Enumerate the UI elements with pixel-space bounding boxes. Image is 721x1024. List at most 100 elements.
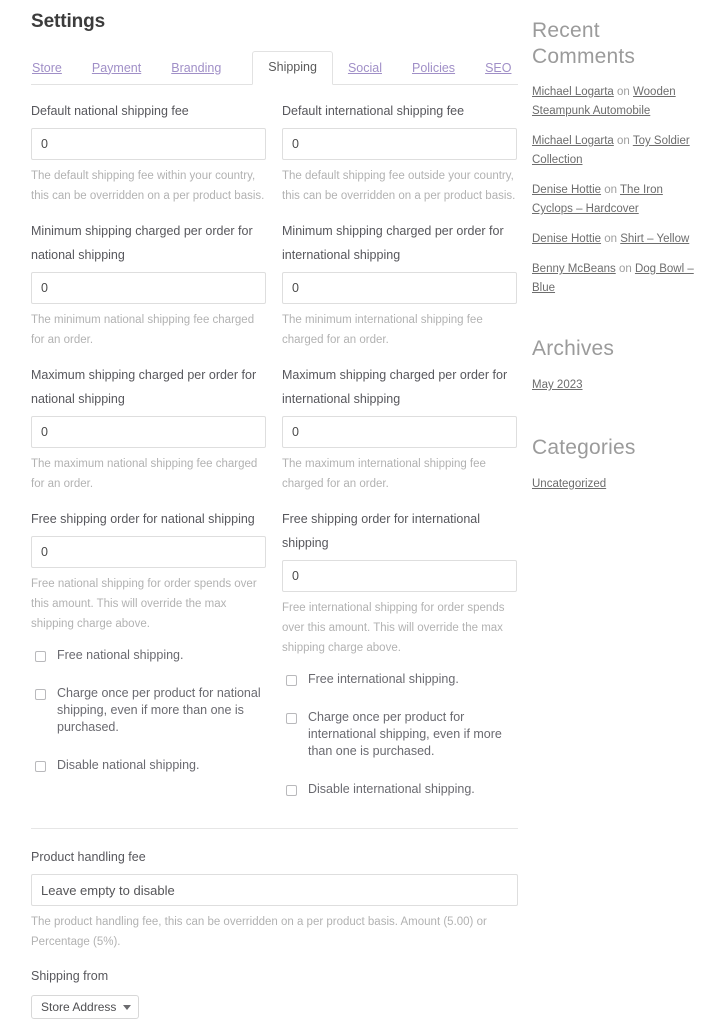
chevron-down-icon (123, 1004, 132, 1010)
field-max-national: Maximum shipping charged per order for n… (31, 363, 266, 494)
checkbox-row[interactable]: Charge once per product for internationa… (282, 709, 517, 760)
min-national-input[interactable] (31, 272, 266, 304)
settings-page: Settings Store Payment Branding Shipping Soc… (0, 0, 721, 1024)
archives-list: May 2023 (532, 375, 704, 395)
field-label: Minimum shipping charged per order for i… (282, 224, 504, 262)
field-free-order-international: Free shipping order for international sh… (282, 507, 517, 658)
national-checkbox-2[interactable] (35, 761, 46, 772)
free-order-international-input[interactable] (282, 560, 517, 592)
field-min-national: Minimum shipping charged per order for n… (31, 219, 266, 350)
national-checkbox-group: Free national shipping. Charge once per p… (31, 647, 266, 774)
comment-on-word: on (613, 86, 634, 98)
recent-comment-item: Denise Hottie on Shirt – Yellow (532, 230, 704, 249)
categories-list: Uncategorized (532, 474, 704, 494)
categories-heading: Categories (532, 436, 636, 459)
field-label: Maximum shipping charged per order for i… (282, 368, 508, 406)
field-default-international-fee: Default international shipping fee The d… (282, 99, 517, 206)
comment-author-link[interactable]: Michael Logarta (532, 86, 614, 98)
comment-author-link[interactable]: Denise Hottie (532, 233, 601, 245)
checkbox-label: Charge once per product for national shi… (57, 686, 261, 734)
form-column-national: Default national shipping fee The defaul… (31, 99, 266, 819)
recent-comments-heading: Recent Comments (532, 19, 636, 68)
shipping-from-value: Store Address (41, 1000, 117, 1014)
tab-social[interactable]: Social (347, 55, 383, 85)
recent-comment-item: Denise Hottie on The Iron Cyclops – Hard… (532, 181, 704, 219)
recent-comment-item: Michael Logarta on Wooden Steampunk Auto… (532, 83, 704, 121)
international-checkbox-group: Free international shipping. Charge once … (282, 671, 517, 798)
max-international-input[interactable] (282, 416, 517, 448)
field-label: Free shipping order for national shippin… (31, 512, 255, 526)
tab-policies[interactable]: Policies (411, 55, 456, 85)
comment-on-word: on (601, 233, 621, 245)
comment-author-link[interactable]: Michael Logarta (532, 135, 614, 147)
checkbox-row[interactable]: Free national shipping. (31, 647, 266, 664)
checkbox-label: Free international shipping. (308, 672, 459, 686)
comment-post-link[interactable]: Shirt – Yellow (620, 233, 689, 245)
recent-comment-item: Benny McBeans on Dog Bowl – Blue (532, 260, 704, 298)
field-label: Default national shipping fee (31, 104, 189, 118)
field-help: The product handling fee, this can be ov… (31, 916, 487, 948)
section-divider (31, 828, 518, 829)
form-column-international: Default international shipping fee The d… (282, 99, 517, 819)
field-help: The maximum international shipping fee c… (282, 458, 486, 490)
international-checkbox-1[interactable] (286, 713, 297, 724)
national-checkbox-1[interactable] (35, 689, 46, 700)
recent-comments-list: Michael Logarta on Wooden Steampunk Auto… (532, 83, 704, 298)
main-content: Settings Store Payment Branding Shipping Soc… (0, 0, 518, 1024)
archives-heading: Archives (532, 337, 615, 360)
archive-link[interactable]: May 2023 (532, 376, 583, 395)
tab-payment[interactable]: Payment (91, 55, 142, 85)
comment-on-word: on (613, 135, 633, 147)
checkbox-label: Disable international shipping. (308, 782, 475, 796)
comment-on-word: on (601, 184, 621, 196)
field-help: Free national shipping for order spends … (31, 578, 257, 630)
product-handling-fee-input[interactable] (31, 874, 518, 906)
field-default-national-fee: Default national shipping fee The defaul… (31, 99, 266, 206)
field-max-international: Maximum shipping charged per order for i… (282, 363, 517, 494)
checkbox-label: Disable national shipping. (57, 758, 200, 772)
tab-shipping[interactable]: Shipping (252, 51, 333, 85)
field-help: The default shipping fee within your cou… (31, 170, 265, 202)
field-free-order-national: Free shipping order for national shippin… (31, 507, 266, 634)
field-help: The maximum national shipping fee charge… (31, 458, 258, 490)
default-international-fee-input[interactable] (282, 128, 517, 160)
page-title: Settings (31, 11, 106, 32)
checkbox-row[interactable]: Disable national shipping. (31, 757, 266, 774)
field-help: Free international shipping for order sp… (282, 602, 505, 654)
recent-comment-item: Michael Logarta on Toy Soldier Collectio… (532, 132, 704, 170)
max-national-input[interactable] (31, 416, 266, 448)
field-label: Default international shipping fee (282, 104, 465, 118)
tab-branding[interactable]: Branding (170, 55, 222, 85)
checkbox-row[interactable]: Disable international shipping. (282, 781, 517, 798)
comment-author-link[interactable]: Benny McBeans (532, 263, 616, 275)
field-label: Minimum shipping charged per order for n… (31, 224, 253, 262)
category-link[interactable]: Uncategorized (532, 475, 606, 494)
tab-seo[interactable]: SEO (484, 55, 512, 85)
field-min-international: Minimum shipping charged per order for i… (282, 219, 517, 350)
field-label: Shipping from (31, 969, 109, 983)
field-shipping-from: Shipping from Store Address Where produc… (31, 964, 518, 1024)
checkbox-row[interactable]: Free international shipping. (282, 671, 517, 688)
default-national-fee-input[interactable] (31, 128, 266, 160)
sidebar: Recent Comments Michael Logarta on Woode… (532, 0, 704, 494)
free-order-national-input[interactable] (31, 536, 266, 568)
national-checkbox-0[interactable] (35, 651, 46, 662)
shipping-from-select[interactable]: Store Address (31, 995, 140, 1019)
settings-tabs: Store Payment Branding Shipping Social Polici… (31, 51, 518, 85)
form-row-default-fees: Default national shipping fee The defaul… (31, 99, 518, 819)
checkbox-label: Free national shipping. (57, 648, 184, 662)
field-product-handling-fee: Product handling fee The product handlin… (31, 845, 518, 952)
comment-on-word: on (615, 263, 635, 275)
field-help: The minimum international shipping fee c… (282, 314, 483, 346)
international-checkbox-2[interactable] (286, 785, 297, 796)
field-help: The default shipping fee outside your co… (282, 170, 516, 202)
tab-store[interactable]: Store (31, 55, 63, 85)
field-label: Product handling fee (31, 850, 146, 864)
international-checkbox-0[interactable] (286, 675, 297, 686)
field-label: Free shipping order for international sh… (282, 512, 481, 550)
checkbox-row[interactable]: Charge once per product for national shi… (31, 685, 266, 736)
comment-author-link[interactable]: Denise Hottie (532, 184, 601, 196)
checkbox-label: Charge once per product for internationa… (308, 710, 502, 758)
min-international-input[interactable] (282, 272, 517, 304)
field-help: The minimum national shipping fee charge… (31, 314, 255, 346)
